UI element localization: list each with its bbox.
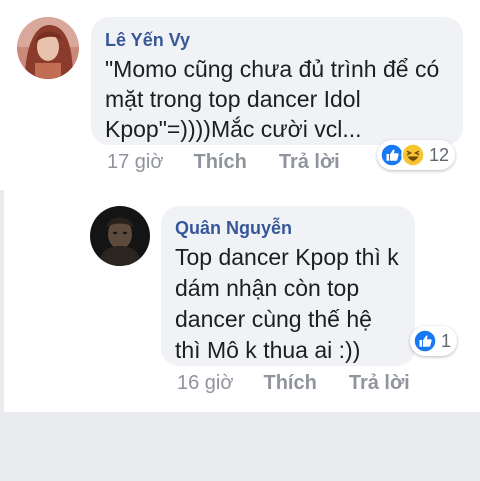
comment-bubble[interactable]: Lê Yến Vy "Momo cũng chưa đủ trình để có…: [91, 17, 463, 145]
comment-actions: 16 giờ Thích Trả lời: [177, 372, 410, 395]
reply-thread-rail: [0, 190, 4, 412]
comment-author[interactable]: Lê Yến Vy: [105, 28, 449, 52]
reaction-summary[interactable]: 12: [377, 140, 456, 170]
comment-text: Top dancer Kpop thì k dám nhận còn top d…: [175, 244, 399, 363]
comment-bubble[interactable]: Quân Nguyễn Top dancer Kpop thì k dám nh…: [161, 206, 415, 366]
avatar[interactable]: [17, 17, 79, 79]
reaction-count: 12: [429, 144, 450, 165]
avatar[interactable]: [90, 206, 150, 266]
reaction-summary[interactable]: 1: [410, 326, 458, 356]
comment-timestamp[interactable]: 17 giờ: [107, 151, 163, 174]
page-footer-background: [0, 412, 480, 481]
like-button[interactable]: Thích: [193, 151, 246, 174]
haha-icon: [401, 143, 425, 167]
like-icon: [413, 329, 437, 353]
like-button[interactable]: Thích: [263, 372, 316, 395]
avatar-photo-le-yen-vy: [17, 17, 79, 79]
reply-button[interactable]: Trả lời: [349, 372, 410, 395]
comment-actions: 17 giờ Thích Trả lời: [107, 151, 340, 174]
comment-text: "Momo cũng chưa đủ trình để có mặt trong…: [105, 56, 440, 142]
reply-button[interactable]: Trả lời: [279, 151, 340, 174]
reaction-count: 1: [441, 330, 452, 351]
comment-timestamp[interactable]: 16 giờ: [177, 372, 233, 395]
avatar-photo-quan-nguyen: [90, 206, 150, 266]
comment-author[interactable]: Quân Nguyễn: [175, 216, 401, 240]
